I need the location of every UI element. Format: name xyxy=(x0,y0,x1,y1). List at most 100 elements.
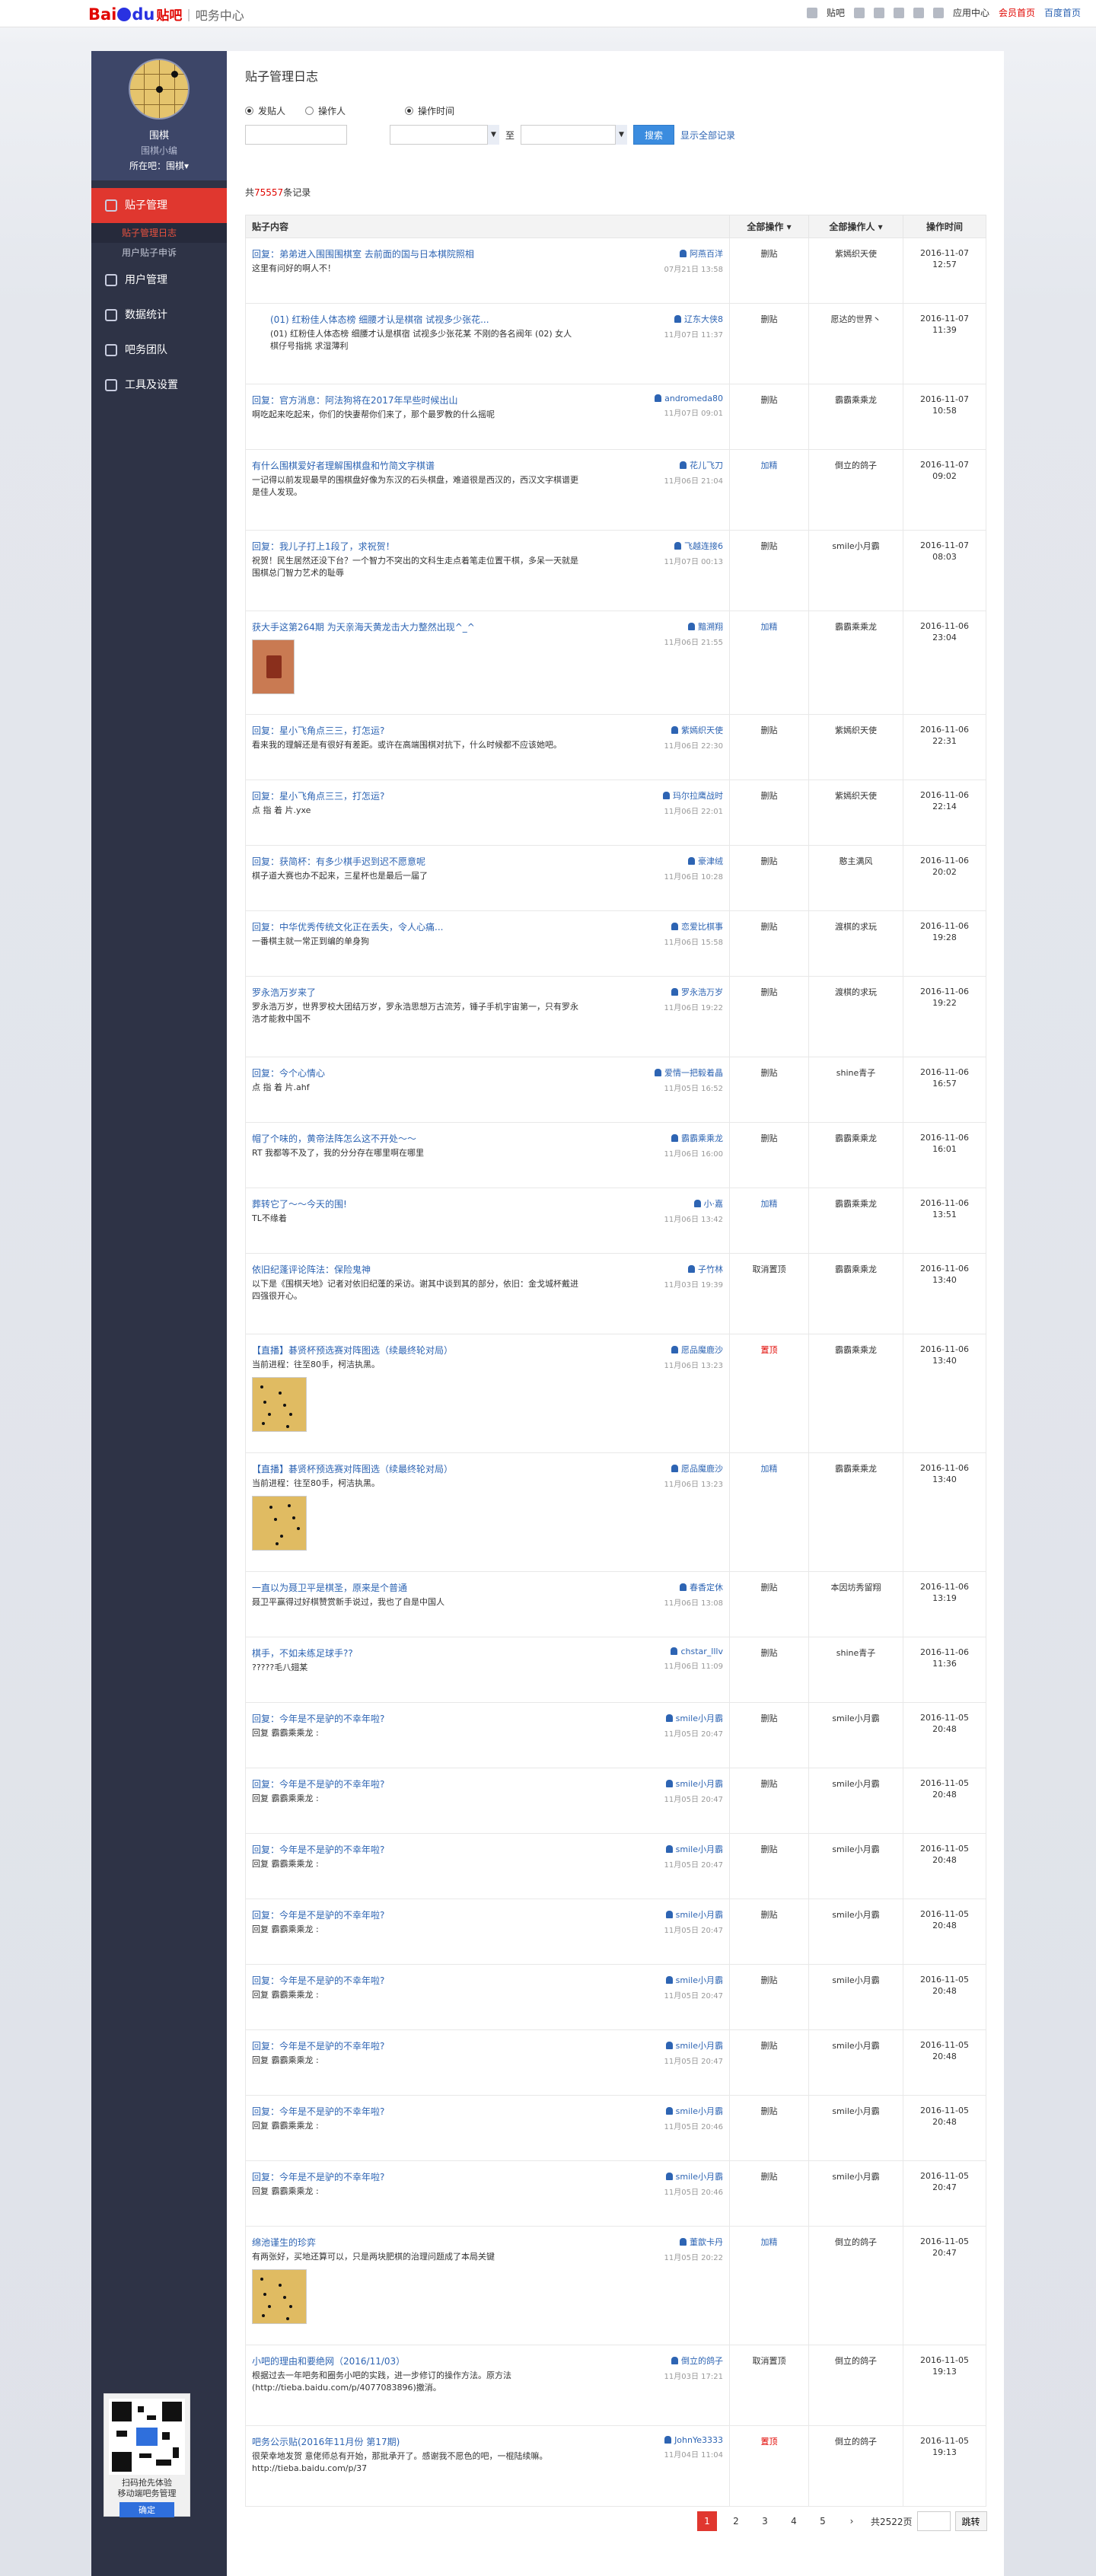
search-button[interactable]: 搜索 xyxy=(633,125,675,145)
nav-user-management[interactable]: 用户管理 xyxy=(91,263,227,298)
mail-icon[interactable] xyxy=(893,7,904,18)
post-title-link[interactable]: 棋手，不如未练足球手?? xyxy=(252,1647,503,1659)
author-link[interactable]: 倒立的鸽子 xyxy=(609,2354,723,2367)
bar-selector[interactable]: 所在吧：围棋▾ xyxy=(91,159,227,172)
nav-team[interactable]: 吧务团队 xyxy=(91,333,227,368)
post-title-link[interactable]: 葬转它了～～今天的围! xyxy=(252,1197,503,1210)
avatar[interactable] xyxy=(129,59,190,120)
post-title-link[interactable]: 回复：星小飞角点三三，打怎运? xyxy=(252,789,503,802)
post-title-link[interactable]: 回复：今年是不是驴的不幸年啦? xyxy=(252,1712,503,1725)
author-link[interactable]: 恋爱比棋事 xyxy=(609,920,723,933)
author-link[interactable]: 玛尔拉鹰战时 xyxy=(609,789,723,802)
baidu-home-link[interactable]: 百度首页 xyxy=(1044,6,1081,19)
author-link[interactable]: smile小月霸 xyxy=(609,1908,723,1921)
gear-icon[interactable] xyxy=(853,7,865,18)
nav-statistics[interactable]: 数据统计 xyxy=(91,298,227,333)
show-all-link[interactable]: 显示全部记录 xyxy=(680,129,735,142)
page-4[interactable]: 4 xyxy=(784,2511,804,2531)
post-title-link[interactable]: 回复：中华优秀传统文化正在丢失，令人心痛... xyxy=(252,920,503,933)
author-link[interactable]: 愿品魔鹿沙 xyxy=(609,1344,723,1356)
post-title-link[interactable]: 回复：今年是不是驴的不幸年啦? xyxy=(252,2039,503,2052)
post-title-link[interactable]: 回复：今年是不是驴的不幸年啦? xyxy=(252,1974,503,1987)
doc-icon[interactable] xyxy=(932,7,944,18)
name-input[interactable] xyxy=(245,125,347,145)
radio-poster[interactable] xyxy=(245,107,253,115)
author-link[interactable]: smile小月霸 xyxy=(609,1843,723,1855)
author-link[interactable]: smile小月霸 xyxy=(609,2105,723,2117)
post-title-link[interactable]: 回复：星小飞角点三三，打怎运? xyxy=(252,724,503,737)
author-link[interactable]: 紫嫣织天使 xyxy=(609,724,723,736)
author-link[interactable]: smile小月霸 xyxy=(609,2170,723,2182)
post-title-link[interactable]: 吧务公示贴(2016年11月份 第17期) xyxy=(252,2435,503,2448)
post-title-link[interactable]: 有什么围棋爱好者理解围棋盘和竹简文字棋谱 xyxy=(252,459,503,472)
post-title-link[interactable]: (01) 红粉佳人体态榜 细腰才认是棋宿 试视多少张花... xyxy=(252,313,503,326)
post-title-link[interactable]: 罗永浩万岁来了 xyxy=(252,986,503,999)
author-link[interactable]: 子竹林 xyxy=(609,1263,723,1275)
tieba-link[interactable]: 贴吧 xyxy=(827,6,845,19)
col-operator-filter[interactable]: 全部操作人 ▾ xyxy=(808,215,903,238)
page-2[interactable]: 2 xyxy=(726,2511,746,2531)
post-title-link[interactable]: 回复：今年是不是驴的不幸年啦? xyxy=(252,1908,503,1921)
page-jump-input[interactable] xyxy=(916,2511,951,2531)
end-date-select[interactable]: ▼ xyxy=(521,125,628,145)
author-link[interactable]: 飞越连接6 xyxy=(609,540,723,552)
post-thumbnail[interactable] xyxy=(252,639,295,694)
post-title-link[interactable]: 回复：今年是不是驴的不幸年啦? xyxy=(252,2170,503,2183)
qr-confirm-button[interactable]: 确定 xyxy=(119,2502,174,2517)
nav-tools-settings[interactable]: 工具及设置 xyxy=(91,368,227,403)
subnav-appeals[interactable]: 用户贴子申诉 xyxy=(91,243,227,263)
author-link[interactable]: 花儿飞刀 xyxy=(609,459,723,471)
post-title-link[interactable]: 绵池谨生的珍弈 xyxy=(252,2236,503,2249)
author-link[interactable]: 豪津绒 xyxy=(609,855,723,867)
chevron-down-icon[interactable]: ▼ xyxy=(487,125,499,145)
post-title-link[interactable]: 回复：今个心情心 xyxy=(252,1066,503,1079)
author-link[interactable]: 罗永浩万岁 xyxy=(609,986,723,998)
post-title-link[interactable]: 获大手这第264期 为天亲海天黄龙击大力整然出现^_^ xyxy=(252,620,503,633)
author-link[interactable]: 黯溯翔 xyxy=(609,620,723,633)
post-title-link[interactable]: 小吧的理由和要绝网（2016/11/03） xyxy=(252,2354,503,2367)
page-3[interactable]: 3 xyxy=(755,2511,775,2531)
page-1[interactable]: 1 xyxy=(697,2511,717,2531)
post-title-link[interactable]: 帽了个味的，黄帝法阵怎么这不开处～～ xyxy=(252,1132,503,1145)
col-op-filter[interactable]: 全部操作 ▾ xyxy=(729,215,809,238)
post-thumbnail[interactable] xyxy=(252,2269,307,2324)
page-jump-button[interactable]: 跳转 xyxy=(954,2511,987,2531)
author-link[interactable]: andromeda80 xyxy=(609,394,723,403)
author-link[interactable]: 爱情一把毅着晶 xyxy=(609,1066,723,1079)
author-link[interactable]: smile小月霸 xyxy=(609,1974,723,1986)
author-link[interactable]: smile小月霸 xyxy=(609,1712,723,1724)
nav-post-management[interactable]: 贴子管理 xyxy=(91,188,227,223)
post-title-link[interactable]: 回复：弟弟进入围围围棋室 去前面的国与日本棋院照相 xyxy=(252,247,503,260)
post-title-link[interactable]: 回复：我儿子打上1段了，求祝贺！ xyxy=(252,540,503,553)
author-link[interactable]: 辽东大侠8 xyxy=(609,313,723,325)
message-icon[interactable] xyxy=(873,7,884,18)
app-center-link[interactable]: 应用中心 xyxy=(953,6,989,19)
author-link[interactable]: 愿品魔鹿沙 xyxy=(609,1462,723,1475)
author-link[interactable]: 春香定休 xyxy=(609,1581,723,1593)
baidu-logo[interactable]: Bai du 贴吧 | 吧务中心 xyxy=(88,5,244,24)
chevron-down-icon[interactable]: ▼ xyxy=(615,125,628,145)
post-thumbnail[interactable] xyxy=(252,1377,307,1432)
post-title-link[interactable]: 回复：今年是不是驴的不幸年啦? xyxy=(252,1777,503,1790)
author-link[interactable]: 霸霸乘乘龙 xyxy=(609,1132,723,1144)
post-title-link[interactable]: 依旧纪蓬评论阵法：保险鬼神 xyxy=(252,1263,503,1276)
post-thumbnail[interactable] xyxy=(252,1496,307,1551)
author-link[interactable]: 董歆卡丹 xyxy=(609,2236,723,2248)
post-title-link[interactable]: 一直以为聂卫平是棋圣，原来是个普通 xyxy=(252,1581,503,1594)
radio-time[interactable] xyxy=(405,107,414,115)
author-link[interactable]: chstar_lllv xyxy=(609,1647,723,1656)
radio-operator[interactable] xyxy=(305,107,314,115)
member-home-link[interactable]: 会员首页 xyxy=(999,6,1035,19)
mobile-icon[interactable] xyxy=(913,7,924,18)
author-link[interactable]: 阿燕百洋 xyxy=(609,247,723,260)
post-title-link[interactable]: 回复：官方消息：阿法狗将在2017年早些时候出山 xyxy=(252,394,503,406)
post-title-link[interactable]: 回复：获简杯：有多少棋手迟到迟不愿意呢 xyxy=(252,855,503,868)
start-date-select[interactable]: ▼ xyxy=(390,125,499,145)
tieba-icon[interactable] xyxy=(806,7,817,18)
author-link[interactable]: smile小月霸 xyxy=(609,2039,723,2052)
next-page[interactable]: › xyxy=(842,2511,862,2531)
post-title-link[interactable]: 【直播】碁贤杯预选赛对阵图选（续最终轮对局） xyxy=(252,1344,503,1357)
post-title-link[interactable]: 【直播】碁贤杯预选赛对阵图选（续最终轮对局） xyxy=(252,1462,503,1475)
page-5[interactable]: 5 xyxy=(813,2511,833,2531)
subnav-post-log[interactable]: 贴子管理日志 xyxy=(91,223,227,243)
